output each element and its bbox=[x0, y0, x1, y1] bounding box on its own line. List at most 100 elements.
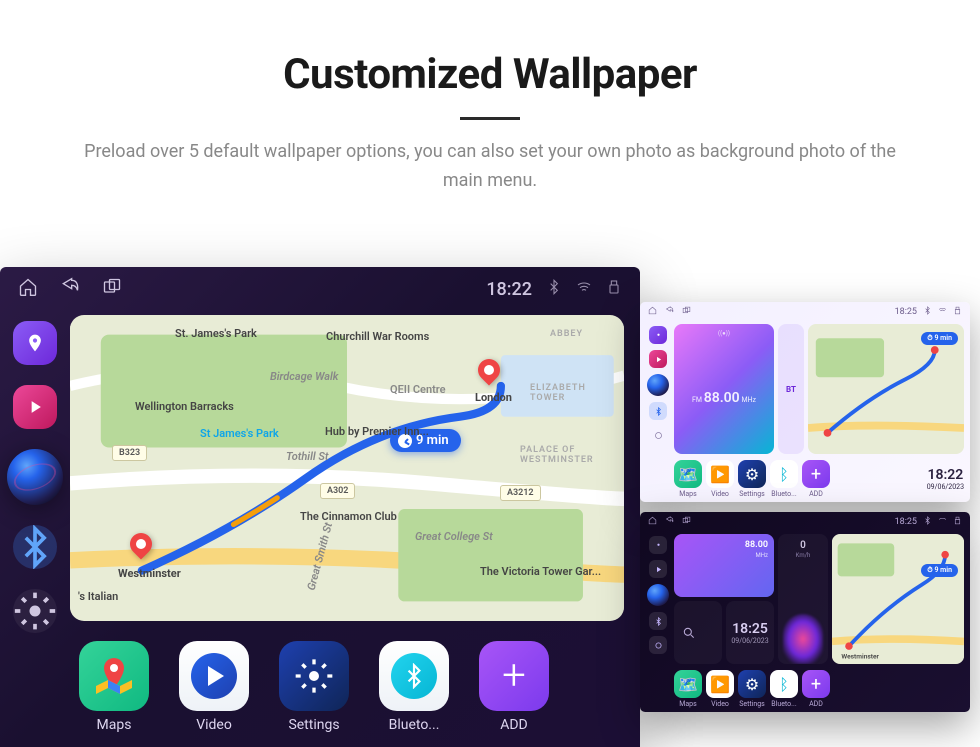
add-icon: + bbox=[479, 641, 549, 711]
settings-icon: ⚙ bbox=[738, 670, 766, 698]
car-graphic bbox=[783, 614, 823, 664]
maps-icon: 🗺️ bbox=[674, 670, 702, 698]
dock-bluetooth[interactable]: ᛒBlueto... bbox=[770, 670, 798, 708]
status-bar-sm-b: 18:25 bbox=[640, 512, 970, 532]
bluetooth-status-icon bbox=[546, 279, 562, 300]
map-label-italian: 's Italian bbox=[78, 590, 118, 603]
map-label-tothill: Tothill St bbox=[286, 450, 328, 463]
recent-apps-icon[interactable] bbox=[102, 277, 122, 301]
maps-icon: 🗺️ bbox=[674, 460, 702, 488]
usb-status-icon bbox=[953, 306, 962, 318]
dock-video[interactable]: Video bbox=[172, 641, 256, 733]
back-icon[interactable] bbox=[665, 516, 674, 528]
map-label-cinnamon: The Cinnamon Club bbox=[300, 510, 397, 523]
map-label-victoria: The Victoria Tower Gar... bbox=[480, 565, 601, 578]
sidebar-location[interactable] bbox=[649, 536, 667, 554]
page-subtitle: Preload over 5 default wallpaper options… bbox=[80, 138, 900, 196]
dock-add[interactable]: +ADD bbox=[802, 460, 830, 498]
map-label-london: London bbox=[475, 391, 512, 404]
clock-widget[interactable]: 18:2509/06/2023 bbox=[726, 601, 774, 664]
sidebar-settings[interactable] bbox=[649, 636, 667, 654]
sidebar-location[interactable] bbox=[649, 326, 667, 344]
sidebar-assistant[interactable] bbox=[7, 449, 63, 505]
dock-maps[interactable]: 🗺️Maps bbox=[674, 460, 702, 498]
map-label-qeii: QEII Centre bbox=[390, 383, 446, 396]
sidebar-settings[interactable] bbox=[649, 426, 667, 444]
bt-widget[interactable]: BT bbox=[778, 324, 804, 454]
dock-add[interactable]: + ADD bbox=[472, 641, 556, 733]
app-dock: Maps Video Settings Blueto... + ADD bbox=[70, 633, 624, 747]
wifi-status-icon bbox=[576, 279, 592, 300]
status-bar: 18:22 bbox=[0, 267, 640, 311]
sidebar-media[interactable] bbox=[649, 350, 667, 368]
wifi-status-icon bbox=[938, 306, 947, 318]
dock-video[interactable]: ▶️Video bbox=[706, 460, 734, 498]
maps-icon bbox=[79, 641, 149, 711]
dock-settings[interactable]: Settings bbox=[272, 641, 356, 733]
map-pin-destination bbox=[478, 359, 502, 383]
sidebar-bluetooth[interactable] bbox=[649, 612, 667, 630]
map-label-stjames: St. James's Park bbox=[175, 327, 257, 340]
radio-broadcast-icon: ((●)) bbox=[718, 330, 730, 337]
bluetooth-icon: ᛒ bbox=[770, 460, 798, 488]
dock-settings[interactable]: ⚙Settings bbox=[738, 460, 766, 498]
dock-video-label: Video bbox=[196, 717, 232, 733]
map-label-birdcage: Birdcage Walk bbox=[270, 370, 338, 383]
svg-text:Westminster: Westminster bbox=[841, 652, 879, 660]
dock-settings[interactable]: ⚙Settings bbox=[738, 670, 766, 708]
wifi-status-icon bbox=[938, 516, 947, 528]
sidebar-settings[interactable] bbox=[13, 589, 57, 633]
nav-eta: ⏱ 9 min bbox=[921, 332, 958, 345]
sidebar-bluetooth[interactable] bbox=[649, 402, 667, 420]
nav-widget[interactable]: Westminster ⏱ 9 min bbox=[832, 534, 964, 664]
video-icon: ▶️ bbox=[706, 670, 734, 698]
device-main-preview: 18:22 bbox=[0, 267, 640, 747]
sidebar-assistant[interactable] bbox=[647, 584, 669, 606]
video-icon bbox=[179, 641, 249, 711]
dock-add-label: ADD bbox=[500, 717, 528, 733]
map-pin-origin bbox=[130, 533, 154, 557]
dock-maps[interactable]: 🗺️Maps bbox=[674, 670, 702, 708]
map-widget[interactable]: 9 min London St. James's Park Westminste… bbox=[70, 315, 624, 621]
search-widget[interactable] bbox=[674, 601, 722, 664]
recent-apps-icon[interactable] bbox=[682, 516, 691, 528]
bluetooth-status-icon bbox=[923, 306, 932, 318]
road-b323: B323 bbox=[112, 445, 147, 461]
home-icon[interactable] bbox=[648, 306, 657, 318]
settings-icon bbox=[279, 641, 349, 711]
clock-text: 18:22 bbox=[486, 279, 532, 300]
map-label-palace: PALACE OF WESTMINSTER bbox=[520, 445, 624, 465]
bluetooth-status-icon bbox=[923, 516, 932, 528]
home-icon[interactable] bbox=[18, 277, 38, 301]
sidebar-bluetooth[interactable] bbox=[13, 525, 57, 569]
dock-video[interactable]: ▶️Video bbox=[706, 670, 734, 708]
clock-widget: 18:2209/06/2023 bbox=[927, 467, 964, 491]
dock-add[interactable]: +ADD bbox=[802, 670, 830, 708]
device-preview-light: 18:25 ((●)) FM 88.00 MHz bbox=[640, 302, 970, 502]
usb-status-icon bbox=[953, 516, 962, 528]
back-icon[interactable] bbox=[60, 277, 80, 301]
fm-radio-widget[interactable]: ((●)) FM 88.00 MHz bbox=[674, 324, 774, 454]
map-label-eliz: ELIZABETH TOWER bbox=[530, 383, 624, 403]
map-label-abbey: ABBEY bbox=[550, 329, 583, 339]
sidebar-location[interactable] bbox=[13, 321, 57, 365]
dock-bluetooth[interactable]: ᛒBlueto... bbox=[770, 460, 798, 498]
nav-widget[interactable]: ⏱ 9 min bbox=[808, 324, 964, 454]
page-title: Customized Wallpaper bbox=[20, 50, 960, 99]
road-a302: A302 bbox=[320, 483, 355, 499]
dock-maps[interactable]: Maps bbox=[72, 641, 156, 733]
dock-bluetooth[interactable]: Blueto... bbox=[372, 641, 456, 733]
app-dock-sm-b: 🗺️Maps ▶️Video ⚙Settings ᛒBlueto... +ADD bbox=[674, 668, 964, 710]
app-dock-sm-a: 🗺️Maps ▶️Video ⚙Settings ᛒBlueto... +ADD… bbox=[674, 458, 964, 500]
sidebar-media[interactable] bbox=[649, 560, 667, 578]
speed-widget[interactable]: 0 Km/h bbox=[778, 534, 828, 664]
back-icon[interactable] bbox=[665, 306, 674, 318]
road-a3212: A3212 bbox=[500, 485, 541, 501]
title-underline bbox=[460, 117, 520, 120]
home-icon[interactable] bbox=[648, 516, 657, 528]
clock-text: 18:25 bbox=[895, 517, 917, 527]
sidebar-assistant[interactable] bbox=[647, 374, 669, 396]
fm-radio-widget[interactable]: 88.00MHz bbox=[674, 534, 774, 597]
recent-apps-icon[interactable] bbox=[682, 306, 691, 318]
sidebar-media[interactable] bbox=[13, 385, 57, 429]
